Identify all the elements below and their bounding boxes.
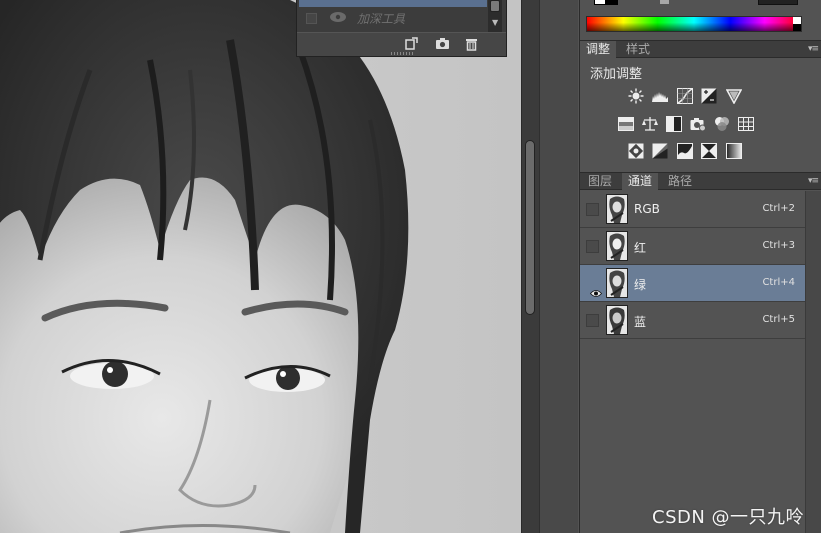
panel-menu-icon[interactable]: ▾≡: [808, 44, 819, 54]
color-panel: [580, 0, 821, 38]
history-footer: [297, 32, 506, 56]
channel-name: 绿: [634, 278, 647, 292]
channel-name: RGB: [634, 202, 660, 216]
channel-thumbnail: [606, 231, 628, 261]
channel-row-blue[interactable]: 蓝 Ctrl+5: [580, 302, 805, 339]
channel-name: 蓝: [634, 315, 647, 329]
grayscale-photo: [0, 0, 521, 533]
scroll-down-arrow-icon[interactable]: ▼: [492, 18, 498, 27]
snapshot-checkbox[interactable]: [306, 13, 317, 24]
color-balance-icon[interactable]: [642, 116, 658, 132]
visibility-toggle[interactable]: [586, 203, 599, 216]
channel-row-red[interactable]: 红 Ctrl+3: [580, 228, 805, 265]
channel-row-rgb[interactable]: RGB Ctrl+2: [580, 191, 805, 228]
tab-layers[interactable]: 图层: [582, 173, 618, 190]
adjustments-tabbar: 调整 样式 ▾≡: [580, 40, 821, 58]
black-white-ramp[interactable]: [793, 17, 801, 31]
history-panel: 加深工具 ▼: [296, 0, 507, 57]
color-value-field[interactable]: [758, 0, 798, 5]
color-slider-handle[interactable]: [660, 0, 669, 4]
curves-icon[interactable]: [677, 88, 693, 104]
channel-row-green[interactable]: 绿 Ctrl+4: [580, 265, 805, 302]
adjustments-title: 添加调整: [590, 67, 643, 82]
black-white-icon[interactable]: [666, 116, 682, 132]
threshold-icon[interactable]: [677, 143, 693, 159]
tab-channels[interactable]: 通道: [622, 173, 659, 190]
levels-icon[interactable]: [652, 88, 668, 104]
invert-icon[interactable]: [628, 143, 644, 159]
history-row[interactable]: 加深工具: [299, 7, 487, 29]
channel-shortcut: Ctrl+2: [762, 203, 795, 214]
posterize-icon[interactable]: [652, 143, 668, 159]
panel-menu-icon[interactable]: ▾≡: [808, 176, 819, 186]
tab-styles[interactable]: 样式: [620, 41, 656, 58]
color-lookup-icon[interactable]: [738, 116, 754, 132]
history-scroll-thumb[interactable]: [490, 0, 500, 12]
canvas-vertical-scrollbar[interactable]: [521, 0, 539, 533]
channel-thumbnail: [606, 268, 628, 298]
canvas-scroll-thumb[interactable]: [525, 140, 535, 315]
visibility-toggle[interactable]: [586, 240, 599, 253]
tab-paths[interactable]: 路径: [662, 173, 698, 190]
photo-filter-icon[interactable]: [690, 116, 706, 132]
channel-mixer-icon[interactable]: [714, 116, 730, 132]
document-canvas[interactable]: 加深工具 ▼: [0, 0, 521, 533]
eye-icon[interactable]: [589, 289, 603, 301]
trash-icon[interactable]: [465, 37, 478, 51]
right-panel-dock: 调整 样式 ▾≡ 添加调整 图层 通道 路径 ▾≡ RGB Ctrl+2 红 C…: [579, 0, 821, 533]
channel-thumbnail: [606, 305, 628, 335]
new-document-icon[interactable]: [404, 37, 418, 51]
visibility-toggle[interactable]: [586, 314, 599, 327]
channel-name: 红: [634, 241, 647, 255]
channels-scrollbar[interactable]: [805, 191, 821, 533]
resize-grip[interactable]: [391, 52, 413, 55]
history-tool-label: 加深工具: [357, 12, 406, 26]
channel-thumbnail: [606, 194, 628, 224]
tab-adjustments[interactable]: 调整: [580, 41, 617, 58]
hue-saturation-icon[interactable]: [618, 116, 634, 132]
brightness-icon[interactable]: [628, 88, 644, 104]
background-swatch[interactable]: [606, 0, 618, 5]
history-scrollbar[interactable]: ▼: [488, 0, 502, 32]
selective-color-icon[interactable]: [701, 143, 717, 159]
channels-tabbar: 图层 通道 路径 ▾≡: [580, 172, 821, 190]
channel-shortcut: Ctrl+5: [762, 314, 795, 325]
channel-shortcut: Ctrl+3: [762, 240, 795, 251]
visibility-toggle[interactable]: [586, 277, 603, 297]
channel-shortcut: Ctrl+4: [762, 277, 795, 288]
channels-list: RGB Ctrl+2 红 Ctrl+3 绿 Ctrl+4 蓝 Ctrl+5: [580, 191, 805, 341]
watermark: CSDN @一只九呤: [652, 507, 805, 528]
gradient-map-icon[interactable]: [726, 143, 742, 159]
foreground-swatch[interactable]: [594, 0, 606, 5]
collapsed-panel-strip: [539, 0, 578, 533]
camera-icon[interactable]: [435, 37, 450, 50]
color-spectrum-bar[interactable]: [586, 16, 802, 32]
history-selected-row[interactable]: [299, 0, 487, 7]
burn-tool-icon: [330, 12, 346, 22]
exposure-icon[interactable]: [701, 88, 717, 104]
vibrance-icon[interactable]: [726, 88, 742, 104]
